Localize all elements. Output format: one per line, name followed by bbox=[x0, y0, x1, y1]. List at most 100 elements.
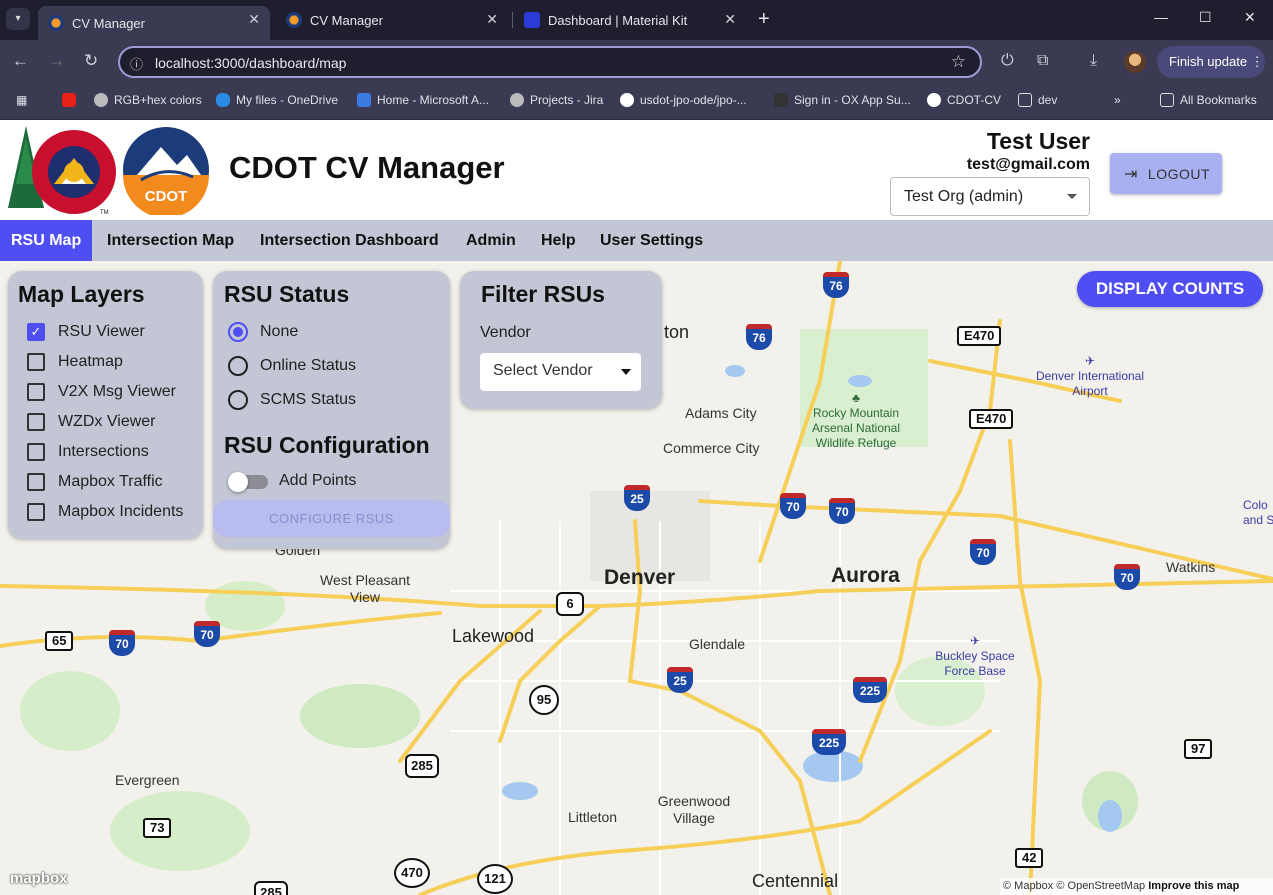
checkbox-icon[interactable] bbox=[27, 503, 45, 521]
poi-label: Rocky Mountain Arsenal National Wildlife… bbox=[811, 406, 901, 450]
layer-mapbox-incidents[interactable]: Mapbox Incidents bbox=[27, 503, 183, 521]
rsu-configuration-title: RSU Configuration bbox=[224, 432, 430, 458]
city-label: Watkins bbox=[1166, 559, 1216, 575]
organization-select[interactable]: Test Org (admin) bbox=[890, 177, 1090, 216]
checkbox-icon[interactable] bbox=[27, 473, 45, 491]
bookmark-jira[interactable]: Projects - Jira bbox=[510, 93, 603, 107]
radio-icon[interactable] bbox=[228, 390, 248, 410]
menu-intersection-map[interactable]: Intersection Map bbox=[96, 220, 245, 261]
extensions-puzzle-icon[interactable]: ⧉ bbox=[1037, 52, 1048, 70]
logout-button[interactable]: ⇥ LOGOUT bbox=[1110, 153, 1222, 194]
toggle-knob bbox=[228, 472, 248, 492]
close-tab-icon[interactable]: ✕ bbox=[248, 11, 260, 28]
tab-title: Dashboard | Material Kit bbox=[548, 12, 688, 28]
layer-heatmap[interactable]: Heatmap bbox=[27, 353, 123, 371]
menu-help[interactable]: Help bbox=[530, 220, 587, 261]
bookmark-github-jpo[interactable]: usdot-jpo-ode/jpo-... bbox=[620, 93, 747, 107]
status-scms-option[interactable]: SCMS Status bbox=[228, 390, 356, 410]
tab-cv-manager-2[interactable]: CV Manager ✕ bbox=[276, 6, 508, 34]
user-email: test@gmail.com bbox=[966, 156, 1090, 173]
bookmark-label: RGB+hex colors bbox=[114, 93, 202, 107]
forward-icon[interactable]: → bbox=[48, 51, 65, 71]
checkbox-icon[interactable] bbox=[27, 383, 45, 401]
interstate-shield: 70 bbox=[109, 630, 135, 656]
bookmark-dev-folder[interactable]: dev bbox=[1018, 93, 1057, 107]
trademark-mark: TM bbox=[100, 210, 109, 216]
mapbox-logo[interactable]: mapbox bbox=[10, 870, 68, 887]
city-label: West Pleasant View bbox=[319, 572, 410, 605]
cdot-logo: CDOT bbox=[123, 127, 209, 215]
route-shield: 42 bbox=[1015, 848, 1044, 868]
display-counts-button[interactable]: DISPLAY COUNTS bbox=[1077, 271, 1263, 307]
cdot-favicon-icon bbox=[286, 12, 302, 28]
menu-admin[interactable]: Admin bbox=[455, 220, 527, 261]
filter-rsus-panel: Filter RSUs Vendor Select Vendor bbox=[460, 271, 662, 409]
download-icon[interactable]: ⤓ bbox=[1090, 52, 1097, 70]
close-tab-icon[interactable]: ✕ bbox=[724, 11, 736, 28]
checkbox-icon[interactable] bbox=[27, 413, 45, 431]
new-tab-icon[interactable]: + bbox=[758, 8, 770, 31]
route-shield: E470 bbox=[957, 326, 1002, 346]
tab-material-kit[interactable]: Dashboard | Material Kit ✕ bbox=[514, 6, 746, 34]
tab-search-button[interactable]: ▾ bbox=[6, 8, 30, 30]
extension-power-icon[interactable]: ⏻ bbox=[1001, 52, 1014, 70]
more-bookmarks-icon[interactable]: » bbox=[1114, 93, 1121, 107]
menu-intersection-dashboard[interactable]: Intersection Dashboard bbox=[249, 220, 450, 261]
add-points-toggle[interactable] bbox=[228, 472, 268, 492]
layer-wzdx-viewer[interactable]: WZDx Viewer bbox=[27, 413, 156, 431]
bookmark-star-icon[interactable]: ☆ bbox=[951, 52, 966, 72]
layer-mapbox-traffic[interactable]: Mapbox Traffic bbox=[27, 473, 163, 491]
github-icon bbox=[620, 93, 634, 107]
status-online-option[interactable]: Online Status bbox=[228, 356, 356, 376]
status-none-option[interactable]: None bbox=[228, 322, 298, 342]
attribution-osm[interactable]: © OpenStreetMap bbox=[1056, 880, 1145, 892]
site-info-icon[interactable]: ⓘ bbox=[130, 54, 143, 73]
close-tab-icon[interactable]: ✕ bbox=[486, 11, 498, 28]
close-window-icon[interactable]: ✕ bbox=[1244, 9, 1256, 26]
route-shield: 73 bbox=[143, 818, 172, 838]
tab-cv-manager-1[interactable]: CV Manager ✕ bbox=[38, 6, 270, 40]
all-bookmarks-folder[interactable]: All Bookmarks bbox=[1160, 93, 1257, 107]
airport-icon: ✈ bbox=[1084, 354, 1096, 368]
menu-user-settings[interactable]: User Settings bbox=[589, 220, 714, 261]
poi-airport: ✈ Denver International Airport bbox=[1028, 354, 1152, 399]
bookmark-ox-app[interactable]: Sign in - OX App Su... bbox=[774, 93, 911, 107]
logout-icon: ⇥ bbox=[1124, 165, 1138, 183]
bookmark-rgb-hex[interactable]: RGB+hex colors bbox=[94, 93, 202, 107]
interstate-shield: 70 bbox=[829, 498, 855, 524]
bookmark-cdot-cv[interactable]: CDOT-CV bbox=[927, 93, 1001, 107]
minimize-icon[interactable]: — bbox=[1154, 9, 1168, 25]
profile-avatar[interactable] bbox=[1124, 51, 1146, 73]
radio-icon[interactable] bbox=[228, 356, 248, 376]
menu-rsu-map[interactable]: RSU Map bbox=[0, 220, 93, 261]
bookmark-label: dev bbox=[1038, 93, 1058, 107]
app-header: TM CDOT CDOT CV Manager Test User test@g… bbox=[0, 120, 1273, 220]
apps-grid-icon[interactable]: ▦ bbox=[16, 93, 27, 107]
browser-tab-bar: ▾ CV Manager ✕ CV Manager ✕ Dashboard | … bbox=[0, 0, 1273, 40]
layer-rsu-viewer[interactable]: ✓ RSU Viewer bbox=[27, 323, 145, 341]
bookmark-microsoft[interactable]: Home - Microsoft A... bbox=[357, 93, 489, 107]
radio-selected-icon[interactable] bbox=[228, 322, 248, 342]
checkbox-checked-icon[interactable]: ✓ bbox=[27, 323, 45, 341]
checkbox-icon[interactable] bbox=[27, 443, 45, 461]
layer-label: Mapbox Traffic bbox=[58, 473, 163, 490]
vendor-select[interactable]: Select Vendor bbox=[480, 353, 641, 391]
bookmark-onedrive[interactable]: My files - OneDrive bbox=[216, 93, 338, 107]
finish-update-button[interactable]: Finish update ⋮ bbox=[1157, 46, 1265, 78]
attribution-mapbox[interactable]: © Mapbox bbox=[1003, 880, 1053, 892]
configure-rsus-button[interactable]: CONFIGURE RSUS bbox=[213, 500, 450, 537]
interstate-shield: 76 bbox=[823, 272, 849, 298]
reload-icon[interactable]: ↻ bbox=[84, 51, 98, 71]
back-icon[interactable]: ← bbox=[12, 51, 29, 71]
maximize-icon[interactable]: ☐ bbox=[1199, 9, 1212, 26]
layer-v2x-msg-viewer[interactable]: V2X Msg Viewer bbox=[27, 383, 176, 401]
bookmark-youtube[interactable] bbox=[62, 93, 82, 107]
checkbox-icon[interactable] bbox=[27, 353, 45, 371]
vendor-select-value: Select Vendor bbox=[493, 362, 593, 379]
improve-map-link[interactable]: Improve this map bbox=[1148, 880, 1239, 892]
address-bar[interactable]: ⓘ localhost:3000/dashboard/map ☆ bbox=[118, 46, 982, 78]
layer-intersections[interactable]: Intersections bbox=[27, 443, 149, 461]
finish-update-label: Finish update bbox=[1169, 54, 1248, 69]
material-kit-favicon-icon bbox=[524, 12, 540, 28]
url-text[interactable]: localhost:3000/dashboard/map bbox=[155, 55, 346, 71]
